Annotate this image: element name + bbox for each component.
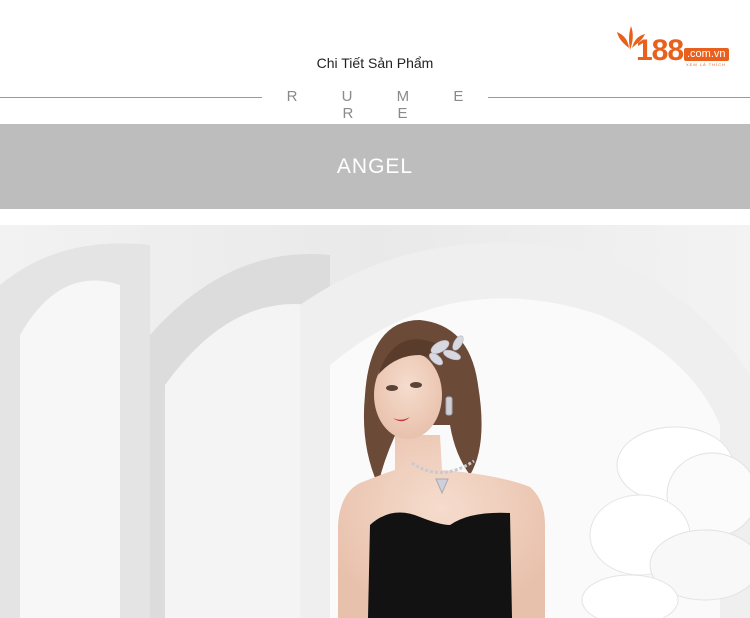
banner-title: ANGEL xyxy=(336,155,414,178)
brand-name: R U M E R E xyxy=(286,88,484,122)
divider-right xyxy=(488,97,750,98)
page-header: Chi Tiết Sản Phẩm 188 .com.vn XEM LÀ THÍ… xyxy=(0,0,750,124)
divider-left xyxy=(0,97,262,98)
model-black-dress-photo xyxy=(0,225,750,618)
logo-number: 188 xyxy=(636,34,684,67)
site-logo[interactable]: 188 .com.vn XEM LÀ THÍCH xyxy=(616,22,736,72)
collection-banner: ANGEL xyxy=(0,124,750,209)
brand-row: R U M E R E xyxy=(0,86,750,122)
product-photo[interactable] xyxy=(0,225,750,618)
logo-tagline: XEM LÀ THÍCH xyxy=(686,62,726,67)
logo-domain: .com.vn xyxy=(684,48,729,61)
